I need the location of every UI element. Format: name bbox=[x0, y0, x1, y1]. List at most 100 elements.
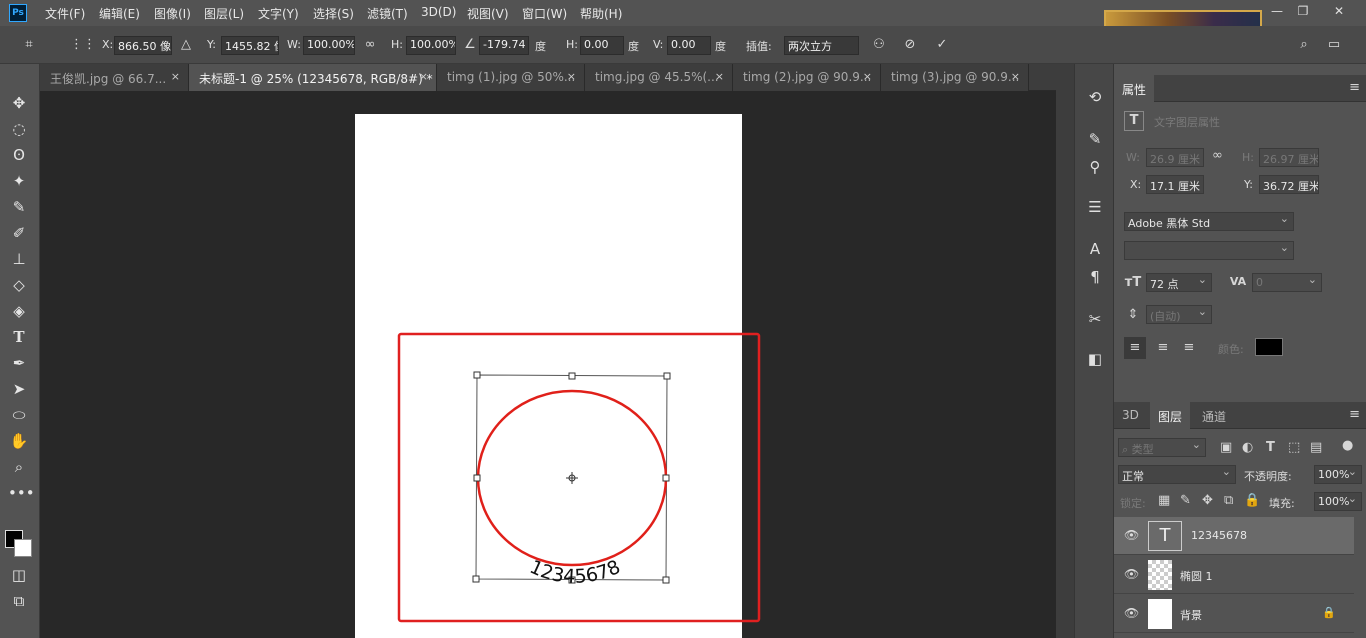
tab-doc-5[interactable]: timg (2).jpg @ 90.9... × bbox=[733, 64, 881, 91]
menu-layer[interactable]: 图层(L) bbox=[204, 5, 244, 22]
zoom-tool-icon[interactable]: ⌕ bbox=[8, 456, 30, 478]
lock-pixels-icon[interactable]: ✎ bbox=[1180, 493, 1191, 508]
tab-doc-3[interactable]: timg (1).jpg @ 50%... × bbox=[437, 64, 585, 91]
layer-filter-select[interactable]: ⌕ 类型 bbox=[1118, 438, 1206, 457]
pen-tool-icon[interactable]: ✒ bbox=[8, 352, 30, 374]
hand-tool-icon[interactable]: ✋ bbox=[8, 430, 30, 452]
transform-center-icon[interactable] bbox=[566, 472, 578, 484]
prop-x-field[interactable]: 17.1 厘米 bbox=[1146, 175, 1204, 194]
menu-image[interactable]: 图像(I) bbox=[154, 5, 191, 22]
eyedropper-icon[interactable]: ✎ bbox=[8, 196, 30, 218]
screen-mode-icon[interactable]: ⧉ bbox=[8, 590, 30, 612]
lock-position-icon[interactable]: ✥ bbox=[1202, 493, 1213, 508]
eye-icon[interactable]: 👁 bbox=[1124, 567, 1139, 581]
tab-3d[interactable]: 3D bbox=[1114, 402, 1147, 429]
filter-adjust-icon[interactable]: ◐ bbox=[1242, 440, 1253, 455]
close-tab-icon[interactable]: × bbox=[1011, 70, 1020, 83]
eraser-tool-icon[interactable]: ◇ bbox=[8, 274, 30, 296]
layer-row-text[interactable]: 👁 T 12345678 bbox=[1114, 517, 1354, 555]
canvas-area[interactable]: 12345678 bbox=[40, 92, 1056, 638]
align-left-icon[interactable]: ≡ bbox=[1124, 337, 1146, 359]
filter-pixel-icon[interactable]: ▣ bbox=[1220, 440, 1232, 455]
panel-menu-icon[interactable]: ≡ bbox=[1349, 407, 1360, 422]
menu-3d[interactable]: 3D(D) bbox=[421, 5, 456, 19]
y-field[interactable]: 1455.82 像 bbox=[221, 36, 279, 55]
lock-transparent-icon[interactable]: ▦ bbox=[1158, 493, 1170, 508]
layer-comps-icon[interactable]: ☰ bbox=[1084, 196, 1106, 218]
close-tab-icon[interactable]: × bbox=[863, 70, 872, 83]
ellipse-tool-icon[interactable]: ⬭ bbox=[8, 404, 30, 426]
menu-filter[interactable]: 滤镜(T) bbox=[367, 5, 408, 22]
close-tab-icon[interactable]: × bbox=[419, 70, 428, 83]
vskew-field[interactable]: 0.00 bbox=[667, 36, 711, 55]
warp-icon[interactable]: ⚇ bbox=[870, 36, 888, 54]
height-field[interactable]: 100.00% bbox=[406, 36, 456, 55]
font-family-select[interactable]: Adobe 黑体 Std bbox=[1124, 212, 1294, 231]
brush-tool-icon[interactable]: ✐ bbox=[8, 222, 30, 244]
tab-properties[interactable]: 属性 bbox=[1114, 75, 1155, 102]
brush-presets-icon[interactable]: ✎ bbox=[1084, 128, 1106, 150]
menu-view[interactable]: 视图(V) bbox=[467, 5, 509, 22]
filter-toggle-icon[interactable]: ● bbox=[1342, 438, 1353, 453]
lock-artboard-icon[interactable]: ⧉ bbox=[1224, 493, 1233, 508]
history-icon[interactable]: ⟲ bbox=[1084, 86, 1106, 108]
minimize-icon[interactable]: — bbox=[1266, 2, 1288, 20]
cancel-transform-icon[interactable]: ⊘ bbox=[901, 36, 919, 54]
filter-smart-icon[interactable]: ▤ bbox=[1310, 440, 1322, 455]
align-center-icon[interactable]: ≡ bbox=[1152, 337, 1174, 359]
stamp-tool-icon[interactable]: ⊥ bbox=[8, 248, 30, 270]
text-color-swatch[interactable] bbox=[1255, 338, 1283, 356]
angle-field[interactable]: -179.74 bbox=[479, 36, 529, 55]
paragraph-icon[interactable]: ¶ bbox=[1084, 266, 1106, 288]
prop-width-field[interactable]: 26.9 厘米 bbox=[1146, 148, 1204, 167]
font-style-select[interactable] bbox=[1124, 241, 1294, 260]
eye-icon[interactable]: 👁 bbox=[1124, 606, 1139, 620]
tools-preset-icon[interactable]: ✂ bbox=[1084, 308, 1106, 330]
menu-select[interactable]: 选择(S) bbox=[313, 5, 354, 22]
close-window-icon[interactable]: ✕ bbox=[1328, 2, 1350, 20]
tab-channels[interactable]: 通道 bbox=[1194, 402, 1234, 429]
align-right-icon[interactable]: ≡ bbox=[1178, 337, 1200, 359]
restore-icon[interactable]: ❐ bbox=[1292, 2, 1314, 20]
panel-menu-icon[interactable]: ≡ bbox=[1349, 80, 1360, 95]
layer-row-background[interactable]: 👁 背景 🔒 bbox=[1114, 595, 1354, 633]
prop-height-field[interactable]: 26.97 厘米 bbox=[1259, 148, 1319, 167]
reference-point-icon[interactable]: ⋮⋮ bbox=[70, 36, 96, 54]
search-icon[interactable]: ⌕ bbox=[1295, 36, 1313, 54]
menu-help[interactable]: 帮助(H) bbox=[580, 5, 622, 22]
width-field[interactable]: 100.00% bbox=[303, 36, 355, 55]
tab-doc-1[interactable]: 王俊凯.jpg @ 66.7... × bbox=[40, 64, 189, 91]
leading-select[interactable]: (自动) bbox=[1146, 305, 1212, 324]
background-color-swatch[interactable] bbox=[14, 539, 32, 557]
fill-field[interactable]: 100% bbox=[1314, 492, 1362, 511]
close-tab-icon[interactable]: × bbox=[171, 70, 180, 83]
x-field[interactable]: 866.50 像素 bbox=[114, 36, 172, 55]
lock-all-icon[interactable]: 🔒 bbox=[1244, 493, 1260, 508]
close-tab-icon[interactable]: × bbox=[567, 70, 576, 83]
workspace-icon[interactable]: ▭ bbox=[1325, 36, 1343, 54]
tab-doc-4[interactable]: timg.jpg @ 45.5%(... × bbox=[585, 64, 733, 91]
hskew-field[interactable]: 0.00 bbox=[580, 36, 624, 55]
tracking-select[interactable]: 0 bbox=[1252, 273, 1322, 292]
lasso-tool-icon[interactable]: ʘ bbox=[8, 144, 30, 166]
more-tools-icon[interactable]: ••• bbox=[8, 482, 35, 504]
font-size-select[interactable]: 72 点 bbox=[1146, 273, 1212, 292]
prop-y-field[interactable]: 36.72 厘米 bbox=[1259, 175, 1319, 194]
menu-type[interactable]: 文字(Y) bbox=[258, 5, 299, 22]
tab-doc-6[interactable]: timg (3).jpg @ 90.9... × bbox=[881, 64, 1029, 91]
type-tool-icon[interactable]: T bbox=[8, 326, 30, 348]
paint-bucket-icon[interactable]: ◈ bbox=[8, 300, 30, 322]
layer-row-shape[interactable]: 👁 椭圆 1 bbox=[1114, 556, 1354, 594]
delta-icon[interactable]: △ bbox=[177, 36, 195, 54]
navigator-icon[interactable]: ◧ bbox=[1084, 348, 1106, 370]
adjustments-icon[interactable]: ⚲ bbox=[1084, 156, 1106, 178]
character-icon[interactable]: A bbox=[1084, 238, 1106, 260]
menu-edit[interactable]: 编辑(E) bbox=[99, 5, 140, 22]
link-icon[interactable]: ∞ bbox=[361, 36, 379, 54]
eye-icon[interactable]: 👁 bbox=[1124, 528, 1139, 542]
tab-doc-2[interactable]: 未标题-1 @ 25% (12345678, RGB/8#) * × bbox=[189, 64, 437, 91]
opacity-field[interactable]: 100% bbox=[1314, 465, 1362, 484]
close-tab-icon[interactable]: × bbox=[715, 70, 724, 83]
quick-mask-icon[interactable]: ◫ bbox=[8, 564, 30, 586]
move-transform-icon[interactable]: ⌗ bbox=[20, 36, 38, 54]
